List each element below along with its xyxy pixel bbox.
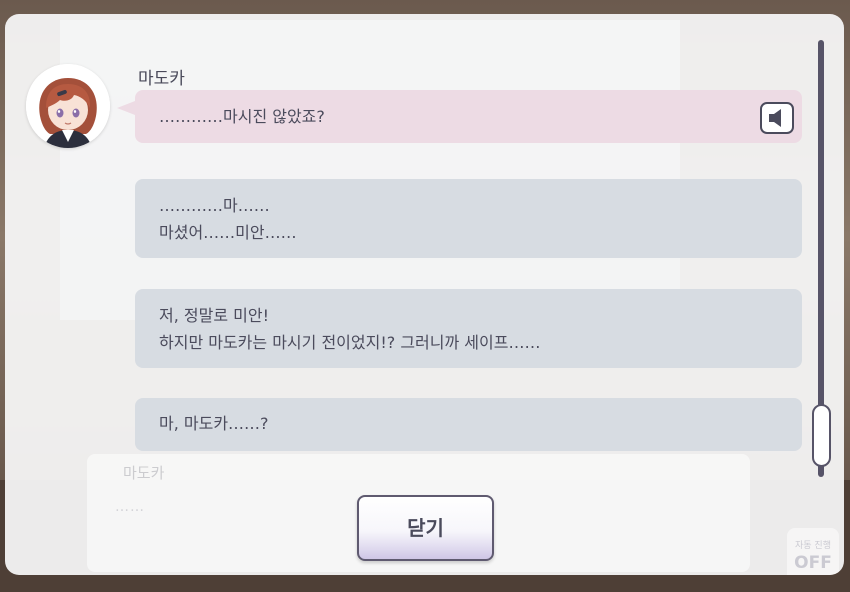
message-line: 저, 정말로 미안! (159, 306, 269, 325)
message-line: …………마시진 않았죠? (159, 107, 325, 126)
message-line: 마셨어……미안…… (159, 223, 297, 242)
auto-value: OFF (794, 553, 832, 573)
log-message-3: 저, 정말로 미안! 하지만 마도카는 마시기 전이었지!? 그러니까 세이프…… (135, 289, 802, 368)
message-line: …………마…… (159, 196, 270, 215)
background-text: …… (115, 499, 145, 515)
log-message-2: …………마…… 마셨어……미안…… (135, 179, 802, 258)
voice-replay-button[interactable] (760, 102, 794, 134)
background-auto-toggle: 자동 진행 OFF (787, 528, 839, 575)
close-button[interactable]: 닫기 (357, 495, 494, 561)
character-avatar (26, 64, 110, 148)
avatar-image (26, 64, 110, 148)
message-line: 마, 마도카……? (159, 414, 269, 433)
speaker-name: 마도카 (138, 69, 185, 89)
log-message-4: 마, 마도카……? (135, 398, 802, 451)
auto-label: 자동 진행 (795, 541, 831, 551)
message-line: 하지만 마도카는 마시기 전이었지!? 그러니까 세이프…… (159, 333, 541, 352)
background-speaker-name: 마도카 (123, 464, 165, 482)
bubble-tail (117, 101, 135, 115)
log-message-1: …………마시진 않았죠? (135, 90, 802, 143)
speaker-icon (769, 109, 781, 127)
scrollbar-thumb[interactable] (812, 404, 831, 467)
